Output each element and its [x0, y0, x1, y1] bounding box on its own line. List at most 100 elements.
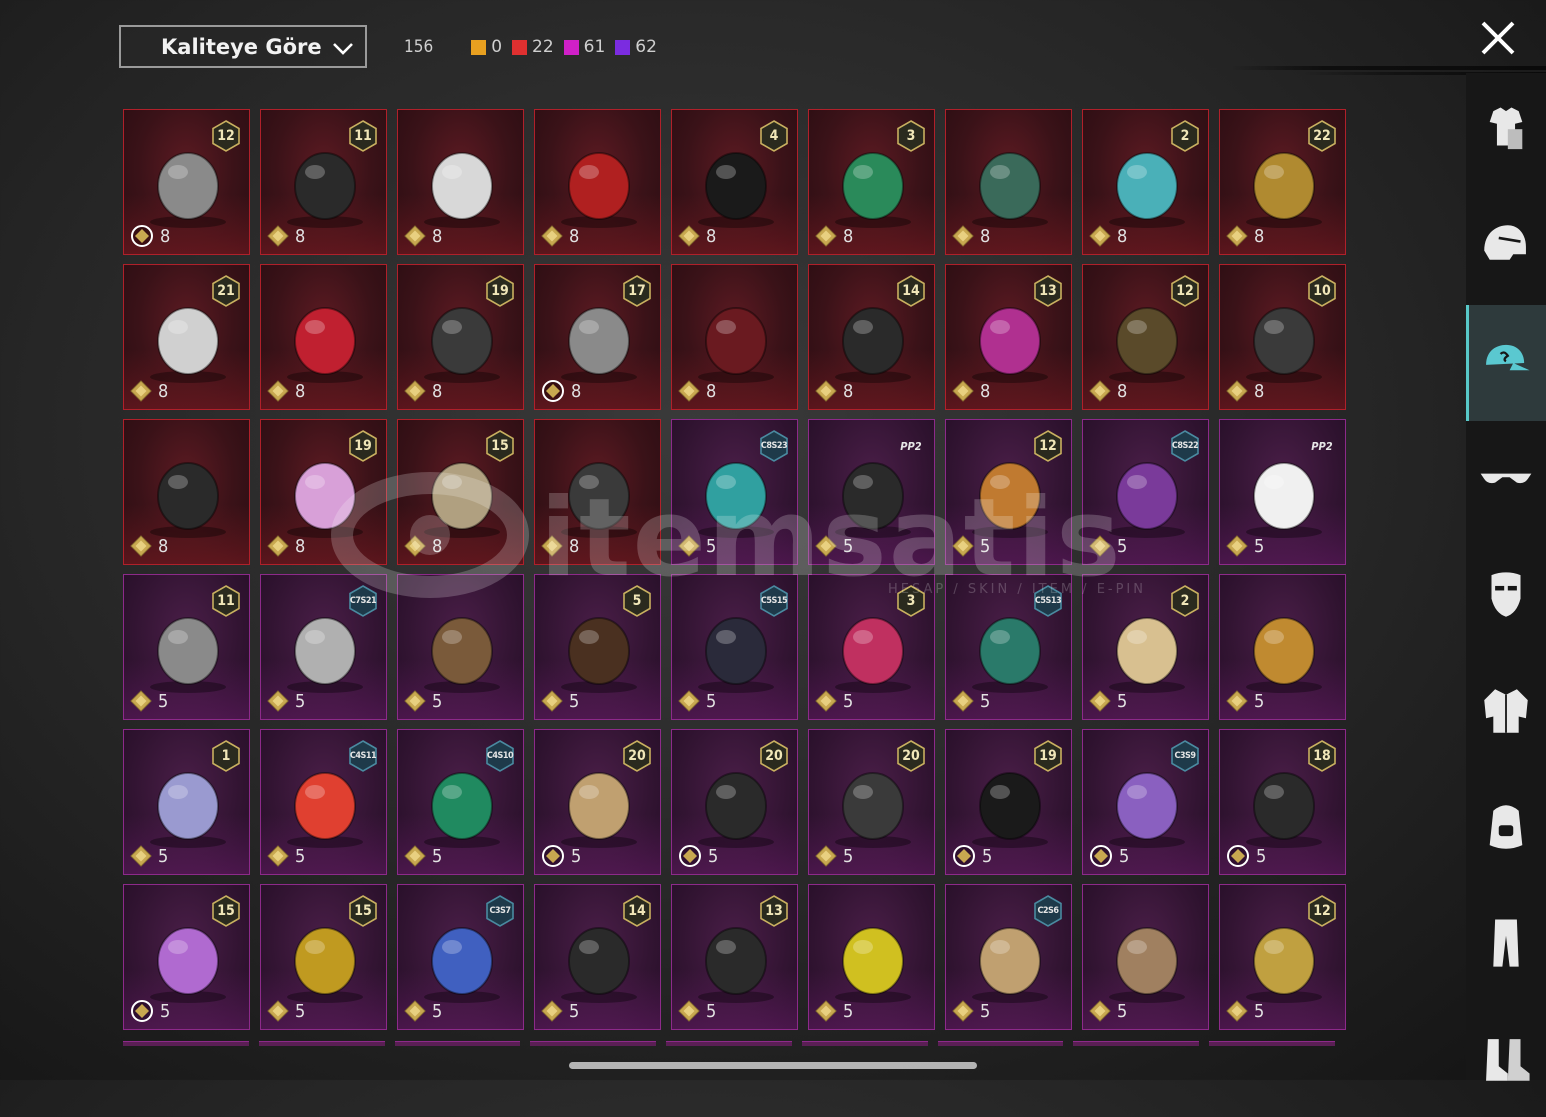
item-tile[interactable]: 5	[1082, 884, 1209, 1030]
item-tile[interactable]: 22 8	[1219, 109, 1346, 255]
sidebar-item-helmet[interactable]	[1466, 189, 1546, 305]
sidebar-item-outfit[interactable]	[1466, 73, 1546, 189]
item-tile[interactable]: 8	[671, 264, 798, 410]
item-tile[interactable]: 8	[534, 109, 661, 255]
item-cost: 5	[678, 534, 716, 558]
item-tile[interactable]: C3S9 5	[1082, 729, 1209, 875]
item-tile[interactable]: C3S7 5	[397, 884, 524, 1030]
item-tile[interactable]: 19 5	[945, 729, 1072, 875]
item-tile[interactable]: 12 8	[1082, 264, 1209, 410]
item-cost-value: 8	[706, 380, 717, 402]
gem-currency-icon	[1089, 690, 1111, 712]
item-tile[interactable]: C8S23 5	[671, 419, 798, 565]
item-cost-value: 5	[1117, 535, 1128, 557]
item-cost: 8	[130, 379, 168, 403]
item-tile[interactable]: PP2 5	[808, 419, 935, 565]
item-tile[interactable]: C5S13 5	[945, 574, 1072, 720]
item-cost-value: 5	[843, 690, 854, 712]
gem-currency-icon	[1089, 380, 1111, 402]
sidebar-item-backpack[interactable]	[1466, 769, 1546, 885]
backpack-icon	[1489, 805, 1523, 849]
item-cost: 5	[404, 844, 442, 868]
sidebar-item-mask[interactable]	[1466, 537, 1546, 653]
item-tile[interactable]: 8	[397, 109, 524, 255]
item-cost: 5	[130, 999, 170, 1023]
item-tile[interactable]: 11 5	[123, 574, 250, 720]
close-icon[interactable]	[1478, 18, 1518, 58]
item-tile[interactable]: 12 5	[945, 419, 1072, 565]
item-tile[interactable]: 5	[397, 574, 524, 720]
item-tile[interactable]: 19 8	[260, 419, 387, 565]
item-cost: 5	[130, 689, 168, 713]
item-tile[interactable]: 5	[1219, 574, 1346, 720]
item-tile[interactable]: C8S22 5	[1082, 419, 1209, 565]
item-tile[interactable]: 20 5	[534, 729, 661, 875]
item-tile[interactable]: 15 5	[123, 884, 250, 1030]
sort-dropdown[interactable]: Kaliteye Göre	[119, 25, 367, 68]
item-tile[interactable]: 5	[808, 884, 935, 1030]
item-cost-value: 8	[160, 225, 171, 247]
sidebar-item-jacket[interactable]	[1466, 653, 1546, 769]
item-badge-label: 21	[217, 283, 235, 299]
item-cost: 5	[952, 689, 990, 713]
item-tile[interactable]: C5S15 5	[671, 574, 798, 720]
item-tile[interactable]: C2S6 5	[945, 884, 1072, 1030]
gem-currency-icon	[1089, 535, 1111, 557]
item-tile[interactable]: 35	[808, 574, 935, 720]
gem-currency-icon	[815, 535, 837, 557]
item-cost-value: 5	[843, 535, 854, 557]
item-tile[interactable]: 28	[1082, 109, 1209, 255]
item-cost: 5	[541, 689, 579, 713]
item-cost: 5	[267, 999, 305, 1023]
item-tile[interactable]: PP2 5	[1219, 419, 1346, 565]
item-tile[interactable]: 55	[534, 574, 661, 720]
sidebar-item-hat[interactable]	[1466, 305, 1546, 421]
sidebar-item-shoes[interactable]	[1466, 1001, 1546, 1117]
item-tile[interactable]: 19 8	[397, 264, 524, 410]
item-cost: 8	[541, 534, 579, 558]
quality-count-rare: 61	[563, 37, 605, 57]
item-cost-value: 8	[158, 380, 169, 402]
item-tile[interactable]: 13 8	[945, 264, 1072, 410]
item-tile[interactable]: 13 5	[671, 884, 798, 1030]
sidebar-item-pants[interactable]	[1466, 885, 1546, 1001]
item-tile[interactable]: 12 8	[123, 109, 250, 255]
item-cost: 8	[541, 379, 581, 403]
item-tile[interactable]: C7S21 5	[260, 574, 387, 720]
item-tile[interactable]: 17 8	[534, 264, 661, 410]
gem-currency-icon	[1226, 535, 1248, 557]
item-tile[interactable]: 14 5	[534, 884, 661, 1030]
item-tile[interactable]: 14 8	[808, 264, 935, 410]
item-tile[interactable]: 11 8	[260, 109, 387, 255]
item-tile[interactable]: 8	[123, 419, 250, 565]
home-indicator[interactable]	[569, 1062, 977, 1069]
item-tile[interactable]: C4S10 5	[397, 729, 524, 875]
item-badge-label: C5S15	[760, 596, 788, 606]
item-tile[interactable]: 48	[671, 109, 798, 255]
item-cost-value: 5	[569, 1000, 580, 1022]
item-tile[interactable]: 15 8	[397, 419, 524, 565]
jacket-icon	[1484, 689, 1528, 733]
item-tile[interactable]: C4S11 5	[260, 729, 387, 875]
item-tile[interactable]: 25	[1082, 574, 1209, 720]
item-cost-value: 5	[843, 845, 854, 867]
sidebar-item-glasses[interactable]	[1466, 421, 1546, 537]
item-tile[interactable]: 15 5	[260, 884, 387, 1030]
item-tile[interactable]: 10 8	[1219, 264, 1346, 410]
gem-currency-icon	[952, 690, 974, 712]
item-badge-label: PP2	[900, 439, 922, 453]
item-tile[interactable]: 12 5	[1219, 884, 1346, 1030]
item-tile[interactable]: 15	[123, 729, 250, 875]
item-tile[interactable]: 8	[534, 419, 661, 565]
item-tile[interactable]: 18 5	[1219, 729, 1346, 875]
item-badge-label: C2S6	[1037, 906, 1059, 916]
gem-currency-icon	[541, 225, 563, 247]
item-cost: 5	[541, 844, 581, 868]
item-tile[interactable]: 20 5	[808, 729, 935, 875]
count-value: 22	[532, 37, 554, 57]
item-tile[interactable]: 21 8	[123, 264, 250, 410]
item-tile[interactable]: 38	[808, 109, 935, 255]
item-tile[interactable]: 8	[945, 109, 1072, 255]
item-tile[interactable]: 20 5	[671, 729, 798, 875]
item-tile[interactable]: 8	[260, 264, 387, 410]
